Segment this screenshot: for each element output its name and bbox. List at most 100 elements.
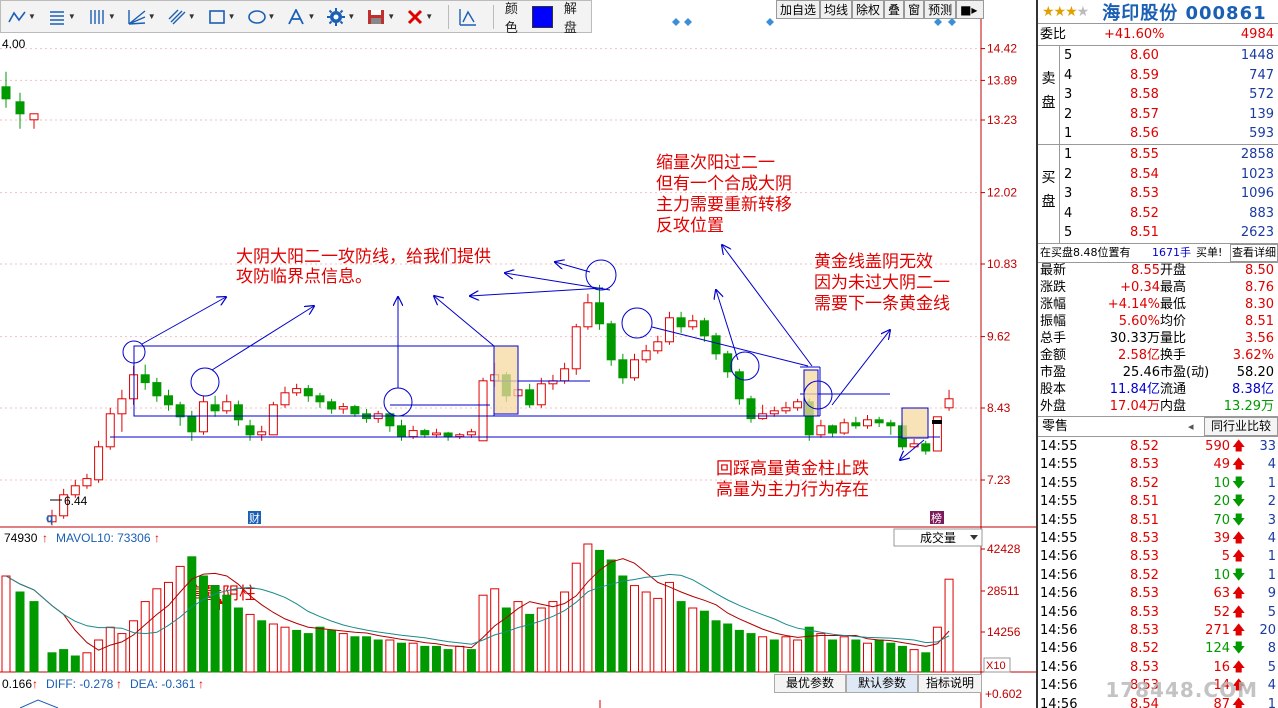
tab-exright[interactable]: 除权 xyxy=(852,0,885,19)
volume-bar xyxy=(105,626,115,673)
order-row[interactable]: 5 8.51 2623 xyxy=(1038,223,1278,242)
volume-bar xyxy=(816,633,826,673)
tab-arrow-menu[interactable]: ■▸ xyxy=(956,0,985,19)
arrow-down-icon: 🡇 xyxy=(1232,567,1246,583)
close-icon xyxy=(408,9,423,24)
rect-tool-button[interactable]: ▼ xyxy=(205,4,239,30)
bang-marker[interactable]: 榜 xyxy=(931,511,942,525)
volume-bar xyxy=(362,636,372,673)
top-left-price: 4.00 xyxy=(2,37,26,51)
tab-add-favorite[interactable]: 加自选 xyxy=(776,0,821,19)
unlock-button[interactable]: 解盘 xyxy=(564,0,586,36)
gear-icon xyxy=(327,7,346,26)
toolbar-divider xyxy=(448,4,449,29)
volume-bar xyxy=(350,636,360,673)
quote-panel: ★★★★ 海印股份 000861 委比 +41.60% 4984 卖 盘 5 8.… xyxy=(1036,0,1278,708)
candle xyxy=(653,335,663,354)
volume-bar xyxy=(338,633,348,673)
candle xyxy=(140,364,150,390)
quote-row: 涨幅 +4.14% 最低 8.30 xyxy=(1040,297,1274,312)
volume-bar xyxy=(303,633,313,673)
candle xyxy=(187,410,197,441)
candle xyxy=(385,412,395,432)
candle xyxy=(746,395,756,423)
price-tick-5: 9.62 xyxy=(987,330,1011,344)
candle xyxy=(688,314,698,330)
candle xyxy=(723,350,733,378)
tab-overlay[interactable]: 叠 xyxy=(884,0,905,19)
volume-unit: X10 xyxy=(986,660,1006,672)
price-tick-4: 10.83 xyxy=(987,257,1017,271)
tab-window[interactable]: 窗 xyxy=(904,0,925,19)
volume-header: 74930 ↑ MAVOL10: 73306 ↑ xyxy=(4,531,160,545)
marker-circles xyxy=(122,259,833,417)
cai-marker[interactable]: 财 xyxy=(249,511,260,525)
cycle-tool-button[interactable]: ▼ xyxy=(85,4,119,30)
volume-bar xyxy=(373,639,383,673)
order-row[interactable]: 2 8.54 1023 xyxy=(1038,165,1278,184)
big-order-row: 在买盘8.48位置有 1671手 买单! 查看详细 xyxy=(1038,243,1278,262)
volume-bar xyxy=(699,610,709,673)
order-note: 在买盘8.48位置有 xyxy=(1040,246,1131,259)
order-row[interactable]: 5 8.60 1448 xyxy=(1038,46,1278,65)
text-tool-button[interactable]: ▼ xyxy=(284,4,318,30)
save-drawing-button[interactable]: ▼ xyxy=(364,4,398,30)
line-tool-button[interactable]: ▼ xyxy=(5,4,39,30)
volume-bar xyxy=(839,636,849,673)
tab-default-params[interactable]: 默认参数 xyxy=(846,674,918,693)
volume-bar xyxy=(746,633,756,673)
volume-bar xyxy=(140,601,150,673)
candle xyxy=(152,377,162,402)
settings-button[interactable]: ▼ xyxy=(324,4,358,30)
tab-retail[interactable]: 零售 xyxy=(1042,417,1068,436)
fib-tool-button[interactable]: ▼ xyxy=(45,4,79,30)
tab-industry-compare[interactable]: 同行业比较 xyxy=(1204,417,1278,436)
q-marker: q xyxy=(46,511,53,525)
order-row[interactable]: 3 8.53 1096 xyxy=(1038,184,1278,203)
volume-bar xyxy=(257,620,267,673)
order-row[interactable]: 1 8.55 2858 xyxy=(1038,145,1278,164)
volume-bar xyxy=(292,629,302,673)
arrow-down-icon: 🡇 xyxy=(1232,494,1246,510)
layout-button[interactable] xyxy=(455,4,481,30)
macd-header: 0.166 ↑ DIFF: -0.278 ↑ DEA: -0.361 ↑ xyxy=(2,677,204,691)
volume-bar xyxy=(781,636,791,673)
order-row[interactable]: 2 8.57 139 xyxy=(1038,105,1278,124)
ellipse-tool-button[interactable]: ▼ xyxy=(245,4,279,30)
chevron-left-icon[interactable]: ◂ xyxy=(1188,417,1194,436)
candle xyxy=(734,368,744,405)
price-tick-7: 7.23 xyxy=(987,473,1011,487)
order-row[interactable]: 4 8.59 747 xyxy=(1038,66,1278,85)
tab-best-params[interactable]: 最优参数 xyxy=(774,674,846,693)
candle xyxy=(268,401,278,436)
annot-2-line3: 主力需要重新转移 xyxy=(656,195,792,215)
volume-bar xyxy=(536,607,546,673)
tab-indicator-help[interactable]: 指标说明 xyxy=(918,674,982,693)
quote-row: 振幅 5.60% 均价 8.51 xyxy=(1040,314,1274,329)
tab-forecast[interactable]: 预测 xyxy=(924,0,957,19)
weibi-label: 委比 xyxy=(1040,27,1067,42)
candle xyxy=(793,398,803,411)
order-row[interactable]: 1 8.56 593 xyxy=(1038,124,1278,143)
svg-text:↑: ↑ xyxy=(154,531,160,545)
candle xyxy=(548,374,558,390)
volume-bar xyxy=(676,601,686,673)
order-detail-button[interactable]: 查看详细 xyxy=(1230,244,1278,262)
candle xyxy=(455,433,465,439)
watermark: 178448.COM xyxy=(1105,678,1258,702)
candle xyxy=(909,439,919,449)
gann-tool-button[interactable]: ▼ xyxy=(125,4,159,30)
svg-text:↑: ↑ xyxy=(116,677,122,691)
tab-ma[interactable]: 均线 xyxy=(820,0,853,19)
toolbar-divider-2 xyxy=(493,4,494,29)
order-row[interactable]: 3 8.58 572 xyxy=(1038,85,1278,104)
tick-row: 14:55 8.53 39 🡅 4 xyxy=(1040,531,1276,546)
delete-drawing-button[interactable]: ▼ xyxy=(404,4,436,30)
kline-chart[interactable]: 14.42 13.89 13.23 12.02 10.83 9.62 8.43 7.23 4.… xyxy=(0,0,1036,708)
candle xyxy=(816,419,826,438)
tick-row: 14:56 8.52 10 🡇 1 xyxy=(1040,567,1276,583)
channel-tool-button[interactable]: ▼ xyxy=(165,4,199,30)
order-row[interactable]: 4 8.52 883 xyxy=(1038,204,1278,223)
color-picker[interactable] xyxy=(532,5,553,28)
stock-name: 海印股份 000861 xyxy=(1102,2,1267,24)
